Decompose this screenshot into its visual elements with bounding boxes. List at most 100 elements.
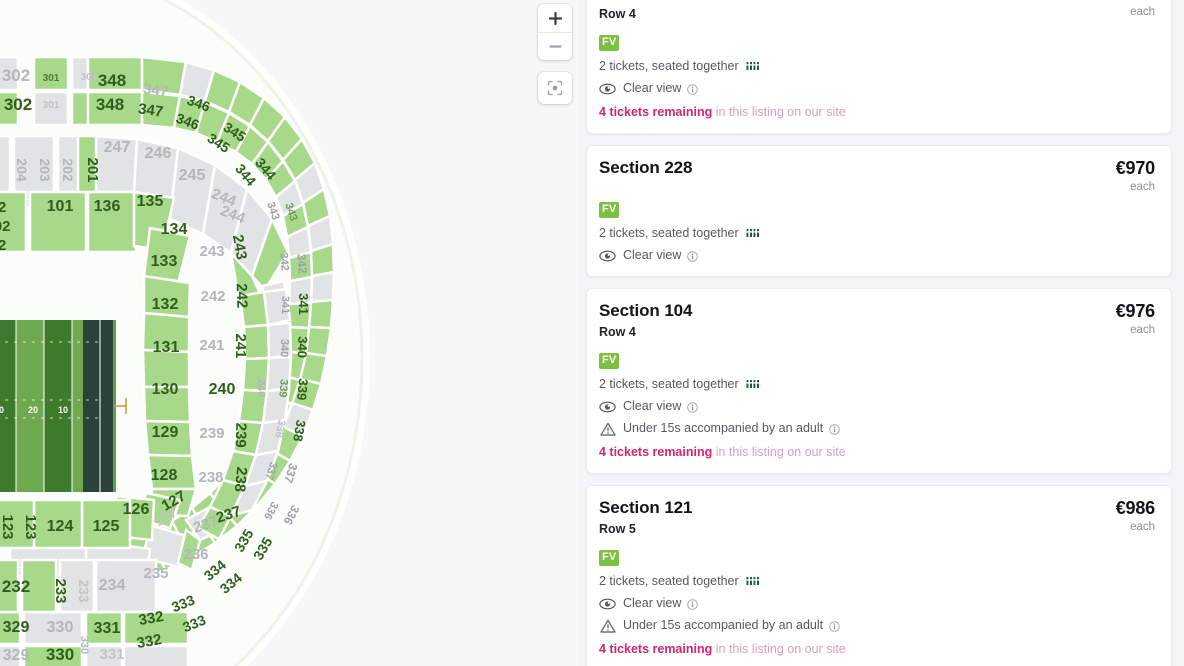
info-glyph [687, 402, 699, 413]
listing-row: Row 4 [599, 7, 636, 21]
svg-text:235: 235 [143, 565, 168, 582]
listing-remaining-count: 4 tickets remaining [599, 445, 713, 459]
zoom-out-button[interactable] [538, 32, 572, 60]
svg-text:342: 342 [277, 252, 290, 271]
two-seats-icon [745, 576, 760, 587]
svg-text:330: 330 [78, 636, 90, 654]
listing-card[interactable]: Section 101 Row 4 €961 each FV 2 tickets… [586, 0, 1172, 134]
svg-text:10: 10 [58, 405, 68, 415]
info-glyph [687, 84, 699, 95]
listing-quantity-text: 2 tickets, seated together [599, 59, 739, 73]
minus-icon [548, 45, 562, 48]
svg-text:101: 101 [47, 198, 74, 215]
listing-age-line: Under 15s accompanied by an adult [599, 420, 1155, 437]
eye-glyph [599, 598, 616, 609]
fv-badge: FV [599, 35, 620, 51]
svg-text:02: 02 [0, 199, 6, 216]
listing-quantity-line: 2 tickets, seated together [599, 58, 1155, 75]
info-icon[interactable] [687, 599, 699, 610]
svg-text:301: 301 [43, 100, 60, 111]
recenter-icon [547, 80, 563, 96]
svg-text:330: 330 [47, 619, 74, 636]
listing-card[interactable]: Section 104 Row 4 €976 each FV 2 tickets… [586, 288, 1172, 474]
two-seats-icon [745, 228, 760, 239]
listing-price-unit: each [1130, 6, 1155, 18]
svg-text:236: 236 [183, 546, 208, 563]
svg-text:125: 125 [93, 518, 120, 535]
svg-text:240: 240 [209, 381, 236, 398]
svg-text:331: 331 [99, 646, 124, 663]
listing-remaining-rest: in this listing on our site [712, 642, 846, 656]
zoom-in-button[interactable] [538, 4, 572, 32]
svg-text:340: 340 [278, 339, 291, 358]
listing-identity: Section 101 Row 4 [599, 0, 692, 22]
map-controls[interactable] [538, 4, 572, 104]
svg-text:240: 240 [255, 379, 267, 397]
svg-text:131: 131 [153, 339, 180, 356]
eye-icon [599, 400, 616, 414]
svg-text:132: 132 [152, 296, 179, 313]
seating-map-panel[interactable]: 30 20 10 302 302 [0, 0, 578, 666]
listings-list: Section 101 Row 4 €961 each FV 2 tickets… [586, 0, 1172, 666]
listing-remaining-line: 4 tickets remaining in this listing on o… [599, 641, 1155, 658]
svg-text:339: 339 [276, 379, 290, 398]
listing-card[interactable]: Section 121 Row 5 €986 each FV 2 tickets… [586, 485, 1172, 666]
svg-text:123: 123 [22, 514, 39, 539]
seated-together-icon [745, 379, 760, 390]
svg-text:135: 135 [137, 193, 164, 210]
listing-price-unit: each [1130, 521, 1155, 533]
svg-text:123: 123 [0, 514, 16, 539]
info-icon[interactable] [829, 424, 840, 435]
info-icon[interactable] [687, 402, 699, 413]
seating-map-canvas[interactable]: 30 20 10 302 302 [0, 0, 578, 666]
listing-row: Row 5 [599, 522, 636, 536]
info-icon[interactable] [829, 621, 840, 632]
listing-age-text: Under 15s accompanied by an adult [623, 618, 824, 632]
listing-card[interactable]: Section 228 €970 each FV 2 tickets, seat… [586, 145, 1172, 277]
seated-together-icon [745, 228, 760, 239]
listing-price: €961 [1116, 0, 1155, 3]
seated-together-icon [745, 61, 760, 72]
svg-text:133: 133 [151, 253, 178, 270]
zoom-control-stack[interactable] [538, 4, 572, 60]
listing-remaining-rest: in this listing on our site [712, 445, 846, 459]
two-seats-icon [745, 379, 760, 390]
stadium-map-svg[interactable]: 30 20 10 302 302 [0, 0, 578, 666]
svg-text:301: 301 [81, 72, 98, 83]
eye-icon [599, 82, 616, 96]
reset-view-button[interactable] [538, 72, 572, 104]
info-glyph [687, 251, 699, 262]
svg-text:241: 241 [199, 337, 224, 354]
listing-quantity-line: 2 tickets, seated together [599, 225, 1155, 242]
listing-row: Row 4 [599, 325, 636, 339]
warning-triangle-glyph [599, 422, 616, 436]
listing-price-block: €986 each [1102, 498, 1155, 535]
listing-price: €970 [1115, 158, 1155, 178]
listing-quantity-line: 2 tickets, seated together [599, 573, 1155, 590]
svg-text:203: 203 [37, 158, 53, 182]
listing-badge-row: FV [599, 547, 1155, 566]
svg-text:134: 134 [161, 221, 188, 238]
listing-age-text: Under 15s accompanied by an adult [623, 421, 824, 435]
svg-text:201: 201 [84, 157, 101, 182]
listing-view-line: Clear view [599, 80, 1155, 97]
eye-glyph [599, 83, 616, 94]
info-icon[interactable] [687, 84, 699, 95]
listing-view-line: Clear view [599, 398, 1155, 415]
svg-text:347: 347 [142, 80, 169, 100]
listing-section: Section 228 [599, 158, 693, 177]
plus-icon [548, 11, 562, 25]
svg-text:239: 239 [199, 425, 224, 442]
eye-glyph [599, 250, 616, 261]
svg-text:247: 247 [104, 139, 131, 156]
listing-price-block: €976 each [1102, 301, 1155, 338]
svg-text:136: 136 [94, 198, 121, 215]
listing-view-text: Clear view [623, 248, 682, 262]
svg-text:20: 20 [28, 405, 38, 415]
info-icon[interactable] [687, 251, 699, 262]
listings-panel[interactable]: Section 101 Row 4 €961 each FV 2 tickets… [578, 0, 1184, 666]
svg-text:202: 202 [60, 158, 76, 182]
listing-badge-row: FV [599, 32, 1155, 51]
svg-text:341: 341 [296, 293, 311, 315]
info-glyph [687, 599, 699, 610]
